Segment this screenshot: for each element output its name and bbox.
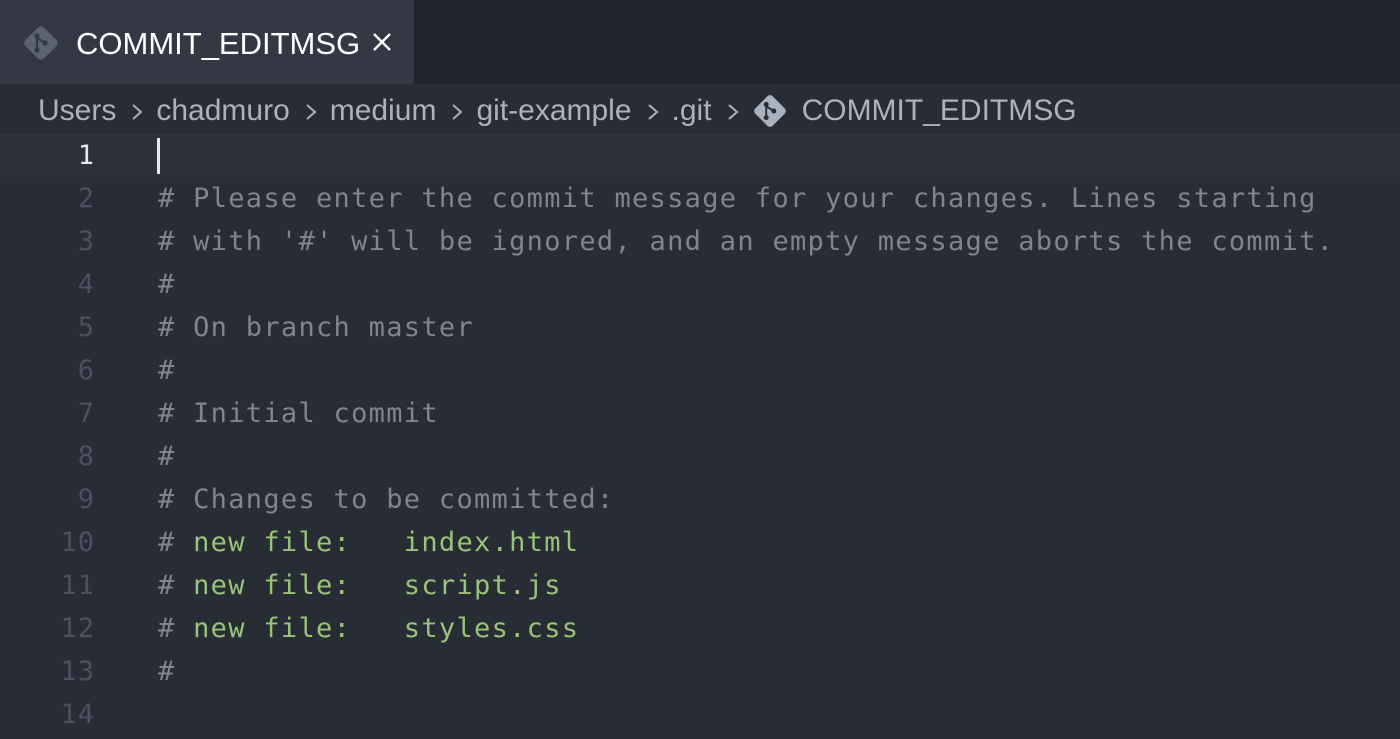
line-text: # new file: index.html [158,521,579,564]
breadcrumb-item-git[interactable]: .git [672,94,712,128]
git-icon [24,26,58,60]
editor-line[interactable]: 11 # new file: script.js [0,564,1400,607]
chevron-right-icon [306,104,317,120]
line-number: 9 [77,484,95,515]
editor-line[interactable]: 8 # [0,435,1400,478]
line-text: # with '#' will be ignored, and an empty… [158,226,1335,257]
line-text: # [158,656,176,687]
line-text: # Please enter the commit message for yo… [158,183,1317,214]
line-number: 14 [60,699,95,730]
editor-window: COMMIT_EDITMSG Users chadmuro medium git… [0,0,1400,739]
line-number: 2 [77,183,95,214]
git-icon [753,95,786,127]
new-file-entry: new file: script.js [193,570,562,601]
line-number: 13 [60,656,95,687]
line-number: 11 [60,570,95,601]
breadcrumb-item-medium[interactable]: medium [330,94,437,128]
chevron-right-icon [132,104,143,120]
editor-line[interactable]: 9 # Changes to be committed: [0,478,1400,521]
new-file-entry: new file: styles.css [193,613,580,644]
editor-line[interactable]: 7 # Initial commit [0,392,1400,435]
line-number: 12 [60,613,95,644]
breadcrumb-item-chadmuro[interactable]: chadmuro [156,94,289,128]
line-text: # On branch master [158,312,474,343]
line-number: 5 [77,312,95,343]
line-text: # new file: script.js [158,564,562,607]
breadcrumb-item-file[interactable]: COMMIT_EDITMSG [802,94,1077,128]
editor-line[interactable]: 4 # [0,263,1400,306]
chevron-right-icon [647,104,659,120]
line-text: # Initial commit [158,398,439,429]
line-number: 4 [77,269,95,300]
editor-line[interactable]: 1 [0,134,1400,177]
line-number: 7 [77,398,95,429]
line-text: # [158,441,176,472]
breadcrumb-item-git-example[interactable]: git-example [476,94,631,128]
breadcrumb: Users chadmuro medium git-example .git C… [38,90,1077,132]
comment-hash: # [158,613,194,644]
breadcrumb-item-users[interactable]: Users [38,94,116,128]
editor-line[interactable]: 5 # On branch master [0,306,1400,349]
editor-line[interactable]: 3 # with '#' will be ignored, and an emp… [0,220,1400,263]
tab-bar: COMMIT_EDITMSG [0,0,1400,84]
chevron-right-icon [727,104,739,120]
tab-label: COMMIT_EDITMSG [76,26,361,61]
line-text: # [158,355,176,386]
line-text: # [158,269,176,300]
comment-hash: # [158,527,194,558]
editor-line[interactable]: 12 # new file: styles.css [0,607,1400,650]
line-text: # Changes to be committed: [158,484,615,515]
comment-hash: # [158,570,194,601]
new-file-entry: new file: index.html [193,527,580,558]
editor-line[interactable]: 13 # [0,650,1400,693]
editor-line[interactable]: 10 # new file: index.html [0,521,1400,564]
line-number: 3 [77,226,95,257]
chevron-right-icon [452,104,463,120]
tab-commit-editmsg[interactable]: COMMIT_EDITMSG [0,0,414,84]
line-number: 8 [77,441,95,472]
editor-line[interactable]: 14 [0,693,1400,736]
close-icon[interactable] [370,30,394,54]
editor-line[interactable]: 2 # Please enter the commit message for … [0,177,1400,220]
editor-line[interactable]: 6 # [0,349,1400,392]
line-number: 10 [60,527,95,558]
line-number: 6 [77,355,95,386]
text-cursor [157,138,160,174]
code-editor[interactable]: 1 2 # Please enter the commit message fo… [0,134,1400,739]
line-number: 1 [77,140,95,171]
line-text: # new file: styles.css [158,607,579,650]
